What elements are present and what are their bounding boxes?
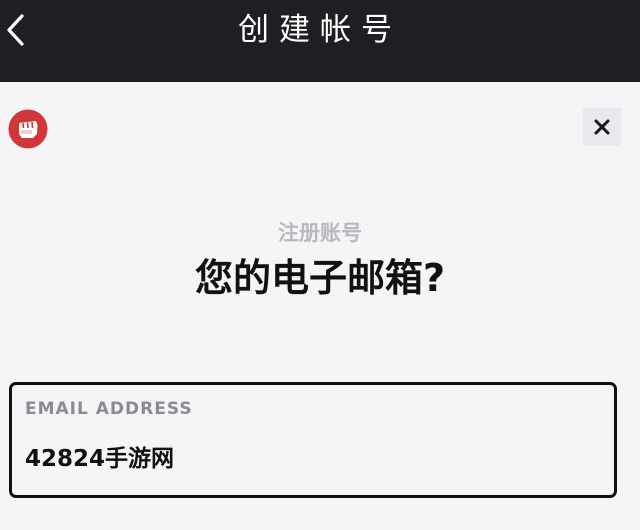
riot-logo <box>8 109 48 149</box>
top-navigation-bar: 创建帐号 <box>0 0 640 82</box>
email-question-heading: 您的电子邮箱? <box>194 256 446 300</box>
close-icon <box>594 119 610 135</box>
signup-panel: 注册账号 您的电子邮箱? EMAIL ADDRESS 42824手游网 <box>0 82 640 530</box>
email-field-value[interactable]: 42824手游网 <box>25 439 174 473</box>
close-button[interactable] <box>583 108 621 146</box>
email-field[interactable]: EMAIL ADDRESS 42824手游网 <box>9 382 617 498</box>
page-title: 创建帐号 <box>238 12 402 48</box>
signup-subtitle: 注册账号 <box>278 221 362 245</box>
email-field-label: EMAIL ADDRESS <box>25 399 193 419</box>
riot-fist-logo-icon <box>8 109 48 149</box>
